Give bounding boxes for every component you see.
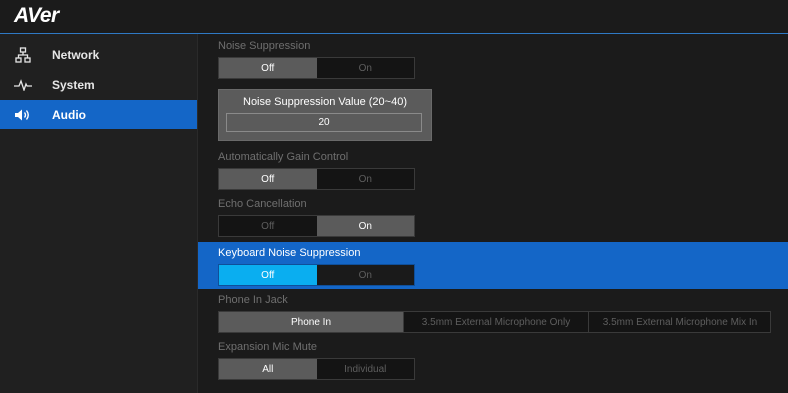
audio-settings-panel: Noise Suppression Off On Noise Suppressi… [198,34,788,393]
external-mic-mix-in-button[interactable]: 3.5mm External Microphone Mix In [588,312,771,332]
agc-label: Automatically Gain Control [218,151,349,163]
sidebar-item-network[interactable]: Network [0,40,197,69]
echo-cancellation-off-button[interactable]: Off [219,216,317,236]
pulse-icon [14,76,32,94]
app-window: AVer Network System Audio Noise Suppress… [0,0,788,393]
external-mic-only-button[interactable]: 3.5mm External Microphone Only [403,312,588,332]
echo-cancellation-toggle: Off On [218,215,415,237]
keyboard-noise-suppression-toggle: Off On [218,264,415,286]
sidebar-item-label: Audio [52,107,86,122]
expansion-mic-mute-individual-button[interactable]: Individual [317,359,415,379]
phone-in-button[interactable]: Phone In [219,312,403,332]
sidebar-item-audio[interactable]: Audio [0,100,197,129]
noise-suppression-value-input[interactable] [226,113,422,132]
expansion-mic-mute-all-button[interactable]: All [219,359,317,379]
sidebar-item-label: System [52,77,95,92]
agc-on-button[interactable]: On [317,169,415,189]
noise-suppression-off-button[interactable]: Off [219,58,317,78]
network-icon [14,46,32,64]
expansion-mic-mute-toggle: All Individual [218,358,415,380]
sidebar: Network System Audio [0,34,198,393]
keyboard-noise-suppression-off-button[interactable]: Off [219,265,317,285]
agc-off-button[interactable]: Off [219,169,317,189]
agc-toggle: Off On [218,168,415,190]
phone-in-jack-selector: Phone In 3.5mm External Microphone Only … [218,311,771,333]
expansion-mic-mute-label: Expansion Mic Mute [218,341,318,353]
speaker-icon [14,106,32,124]
phone-in-jack-label: Phone In Jack [218,294,288,306]
aver-logo: AVer [14,4,59,27]
noise-suppression-label: Noise Suppression [218,40,311,52]
sidebar-item-system[interactable]: System [0,70,197,99]
sidebar-item-label: Network [52,47,100,62]
echo-cancellation-label: Echo Cancellation [218,198,307,210]
keyboard-noise-suppression-label: Keyboard Noise Suppression [218,247,361,259]
noise-suppression-on-button[interactable]: On [317,58,415,78]
noise-suppression-value-box: Noise Suppression Value (20~40) [218,89,432,141]
keyboard-noise-suppression-on-button[interactable]: On [317,265,415,285]
echo-cancellation-on-button[interactable]: On [316,216,414,236]
top-bar: AVer [0,0,788,34]
keyboard-noise-suppression-row: Keyboard Noise Suppression Off On [198,242,788,289]
noise-suppression-toggle: Off On [218,57,415,79]
noise-suppression-value-label: Noise Suppression Value (20~40) [243,96,407,108]
